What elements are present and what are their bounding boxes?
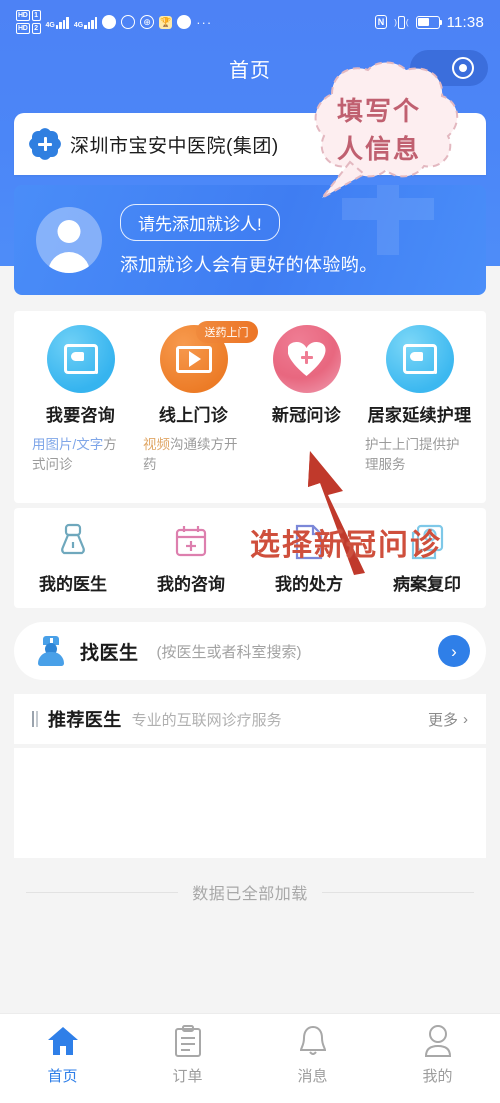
- sim-badge-2: 2: [31, 23, 41, 34]
- tab-label-home: 首页: [47, 1068, 78, 1085]
- status-bar-clock: 11:38: [446, 13, 484, 31]
- status-bar-right: N )( 11:38: [374, 13, 484, 31]
- signal-bars-icon-2: [84, 16, 98, 29]
- delivery-badge: 送药上门: [195, 321, 258, 343]
- tool-label-record-copy: 病案复印: [393, 575, 461, 594]
- section-marker-icon: [32, 711, 38, 727]
- consult-card-icon: [46, 325, 115, 393]
- tab-messages[interactable]: 消息: [250, 1024, 375, 1086]
- tab-label-messages: 消息: [297, 1068, 328, 1085]
- tab-label-orders: 订单: [172, 1068, 203, 1085]
- tab-home[interactable]: 首页: [0, 1024, 125, 1086]
- recommend-doctors-header: 推荐医生 专业的互联网诊疗服务 更多 ›: [14, 694, 486, 744]
- doctor-avatar-icon: [36, 636, 66, 666]
- video-play-icon: 送药上门: [159, 321, 258, 393]
- add-patient-pill[interactable]: 请先添加就诊人!: [120, 203, 280, 241]
- globe-icon: ⊕: [140, 15, 155, 29]
- battery-icon: [415, 15, 443, 29]
- service-icon-row: 我要咨询 送药上门 线上门诊 新冠问诊 居家延续护理: [24, 321, 476, 426]
- avatar: [36, 207, 102, 273]
- tab-label-profile: 我的: [422, 1068, 453, 1085]
- hospital-logo-icon: [26, 125, 64, 163]
- recommend-subtitle: 专业的互联网诊疗服务: [131, 711, 282, 729]
- sync-icon: [177, 15, 192, 29]
- service-desc-consult-a: 用图片/文字: [32, 437, 104, 452]
- page-title: 首页: [229, 59, 271, 82]
- overflow-dots-icon: ···: [196, 14, 213, 30]
- find-doctor-search[interactable]: 找医生 (按医生或者科室搜索) ›: [14, 622, 486, 680]
- vibrate-icon: )(: [394, 15, 409, 29]
- service-item-home-care[interactable]: 居家延续护理: [363, 325, 476, 426]
- hd-badge-1: HD: [16, 10, 30, 21]
- service-item-consult[interactable]: 我要咨询: [24, 325, 137, 426]
- bottom-tab-bar: 首页 订单 消息 我的: [0, 1013, 500, 1103]
- calendar-plus-icon: [174, 520, 208, 564]
- annotation-select-covid-text: 选择新冠问诊: [250, 529, 442, 562]
- person-icon: [423, 1024, 453, 1058]
- find-doctor-go-button[interactable]: ›: [438, 635, 470, 667]
- tool-label-my-doctor: 我的医生: [39, 575, 107, 594]
- service-label-covid-consult: 新冠问诊: [271, 406, 342, 425]
- chevron-right-icon: ›: [463, 710, 468, 728]
- tool-item-my-doctor[interactable]: 我的医生: [14, 520, 132, 595]
- recommend-doctors-list: [14, 748, 486, 858]
- hd-badge-2: HD: [16, 23, 30, 34]
- loaded-text: 数据已全部加载: [192, 886, 308, 903]
- signal-bars-icon-1: [55, 16, 69, 29]
- shield-icon: [121, 15, 136, 29]
- recommend-title: 推荐医生: [48, 710, 122, 730]
- annotation-cloud-callout: 填写个 人信息: [288, 58, 470, 208]
- bell-icon: [298, 1024, 328, 1058]
- tab-orders[interactable]: 订单: [125, 1024, 250, 1086]
- loaded-divider: 数据已全部加载: [0, 880, 500, 904]
- sim-badge-1: 1: [31, 10, 41, 21]
- service-item-covid-consult[interactable]: 新冠问诊: [250, 325, 363, 426]
- clipboard-icon: [174, 1024, 202, 1058]
- hospital-name: 深圳市宝安中医院(集团): [70, 135, 279, 157]
- hd-sim-indicators: HD 1 HD 2: [16, 10, 41, 34]
- status-bar-left: HD 1 HD 2 4G 4G ⊕ 🏆 ···: [16, 10, 212, 34]
- tool-label-my-consult: 我的咨询: [157, 575, 225, 594]
- divider-line-left: [26, 891, 179, 893]
- tool-item-my-consult[interactable]: 我的咨询: [132, 520, 250, 595]
- network-type-2: 4G: [73, 21, 84, 29]
- home-care-card-icon: [385, 325, 454, 393]
- app-root: HD 1 HD 2 4G 4G ⊕ 🏆 ··· N) (11:38 首页 深…: [0, 0, 500, 1103]
- annotation-cloud-text: 填写个 人信息: [288, 92, 470, 168]
- service-label-consult: 我要咨询: [45, 406, 116, 425]
- signal-indicator-2: 4G: [73, 16, 98, 29]
- network-type-1: 4G: [45, 21, 55, 29]
- find-doctor-title: 找医生: [80, 642, 139, 664]
- service-desc-consult: 用图片/文字方式问诊: [28, 435, 139, 475]
- signal-indicator-1: 4G: [46, 16, 69, 29]
- heart-plus-icon: [272, 325, 341, 393]
- patient-banner-text: 请先添加就诊人! 添加就诊人会有更好的体验哟。: [120, 203, 378, 277]
- find-doctor-subtitle: (按医生或者科室搜索): [156, 643, 302, 661]
- recommend-more-link[interactable]: 更多 ›: [428, 709, 468, 730]
- app-notification-icon: 🏆: [159, 15, 173, 29]
- service-label-online-clinic: 线上门诊: [158, 406, 229, 425]
- status-bar: HD 1 HD 2 4G 4G ⊕ 🏆 ··· N) (11:38: [0, 0, 500, 44]
- service-desc-clinic-a: 视频: [143, 437, 170, 452]
- service-item-online-clinic[interactable]: 送药上门 线上门诊: [137, 321, 258, 426]
- divider-line-right: [321, 891, 474, 893]
- cloud-line-1: 填写个: [336, 96, 421, 126]
- home-icon: [47, 1024, 79, 1058]
- service-label-home-care: 居家延续护理: [367, 406, 472, 425]
- nfc-icon: N: [374, 15, 388, 29]
- tab-profile[interactable]: 我的: [375, 1024, 500, 1086]
- add-patient-subtitle: 添加就诊人会有更好的体验哟。: [120, 254, 378, 275]
- doctor-person-icon: [56, 520, 90, 564]
- recommend-more-label: 更多: [427, 711, 458, 729]
- cloud-line-2: 人信息: [336, 134, 421, 164]
- cloud-icon: [102, 15, 117, 29]
- service-desc-online-clinic: 视频沟通续方开药: [139, 435, 250, 475]
